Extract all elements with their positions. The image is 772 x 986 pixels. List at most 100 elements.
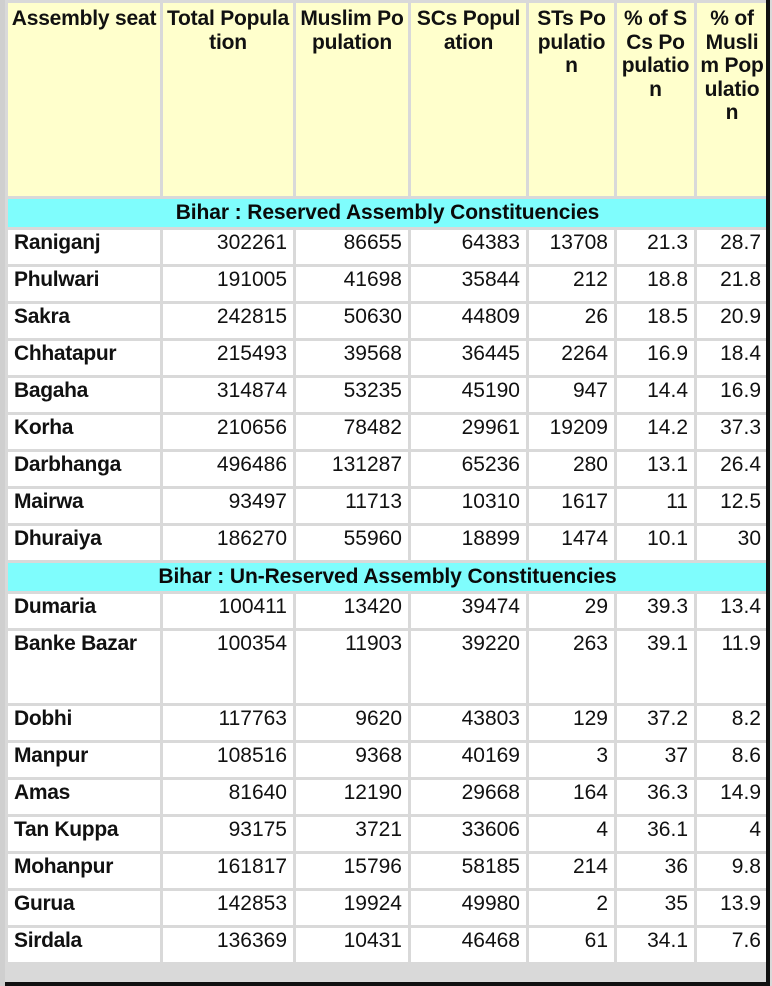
table-left-border	[0, 0, 5, 986]
column-header-total: Total Population	[163, 3, 293, 196]
cell-total: 100411	[163, 594, 293, 628]
table-top-border	[5, 0, 768, 2]
cell-scs: 29668	[411, 780, 526, 814]
cell-seat-name: Sakra	[8, 304, 160, 338]
cell-total: 210656	[163, 415, 293, 449]
cell-scs: 36445	[411, 341, 526, 375]
cell-muslim: 3721	[296, 817, 408, 851]
cell-total: 314874	[163, 378, 293, 412]
cell-seat-name: Banke Bazar	[8, 631, 160, 703]
table-row: Sakra 242815 50630 44809 26 18.5 20.9	[8, 304, 767, 338]
cell-total: 242815	[163, 304, 293, 338]
cell-sts: 214	[529, 854, 614, 888]
cell-pscs: 18.8	[617, 267, 694, 301]
cell-pmus: 21.8	[697, 267, 767, 301]
table-row: Manpur 108516 9368 40169 3 37 8.6	[8, 743, 767, 777]
cell-seat-name: Bagaha	[8, 378, 160, 412]
cell-muslim: 55960	[296, 526, 408, 560]
cell-scs: 58185	[411, 854, 526, 888]
cell-scs: 43803	[411, 706, 526, 740]
cell-muslim: 41698	[296, 267, 408, 301]
cell-scs: 46468	[411, 928, 526, 962]
cell-pscs: 36.1	[617, 817, 694, 851]
cell-seat-name: Manpur	[8, 743, 160, 777]
cell-scs: 33606	[411, 817, 526, 851]
cell-muslim: 13420	[296, 594, 408, 628]
table-row: Darbhanga 496486 131287 65236 280 13.1 26.4	[8, 452, 767, 486]
table-row: Raniganj 302261 86655 64383 13708 21.3 28.7	[8, 230, 767, 264]
table-row: Bagaha 314874 53235 45190 947 14.4 16.9	[8, 378, 767, 412]
cell-pmus: 7.6	[697, 928, 767, 962]
table-row: Phulwari 191005 41698 35844 212 18.8 21.8	[8, 267, 767, 301]
cell-total: 108516	[163, 743, 293, 777]
cell-pscs: 37.2	[617, 706, 694, 740]
column-header-seat: Assembly seat	[8, 3, 160, 196]
cell-sts: 212	[529, 267, 614, 301]
cell-pscs: 21.3	[617, 230, 694, 264]
column-header-sts: STs Population	[529, 3, 614, 196]
cell-total: 186270	[163, 526, 293, 560]
cell-pmus: 13.9	[697, 891, 767, 925]
cell-pmus: 16.9	[697, 378, 767, 412]
table-row: Gurua 142853 19924 49980 2 35 13.9	[8, 891, 767, 925]
cell-muslim: 53235	[296, 378, 408, 412]
cell-pmus: 9.8	[697, 854, 767, 888]
cell-pmus: 4	[697, 817, 767, 851]
cell-pscs: 16.9	[617, 341, 694, 375]
cell-seat-name: Amas	[8, 780, 160, 814]
cell-muslim: 9620	[296, 706, 408, 740]
cell-sts: 2264	[529, 341, 614, 375]
cell-sts: 26	[529, 304, 614, 338]
table-row: Chhatapur 215493 39568 36445 2264 16.9 18.4	[8, 341, 767, 375]
cell-scs: 39474	[411, 594, 526, 628]
cell-pscs: 11	[617, 489, 694, 523]
cell-pmus: 11.9	[697, 631, 767, 703]
column-header-scs: SCs Population	[411, 3, 526, 196]
cell-muslim: 11903	[296, 631, 408, 703]
cell-pscs: 36	[617, 854, 694, 888]
cell-muslim: 131287	[296, 452, 408, 486]
population-table-container: Assembly seat Total Population Muslim Po…	[0, 0, 772, 986]
cell-total: 142853	[163, 891, 293, 925]
cell-pmus: 28.7	[697, 230, 767, 264]
cell-pscs: 18.5	[617, 304, 694, 338]
cell-muslim: 78482	[296, 415, 408, 449]
cell-muslim: 9368	[296, 743, 408, 777]
cell-pmus: 13.4	[697, 594, 767, 628]
cell-seat-name: Sirdala	[8, 928, 160, 962]
assembly-seat-population-table: Assembly seat Total Population Muslim Po…	[5, 0, 770, 965]
cell-pmus: 8.2	[697, 706, 767, 740]
cell-scs: 10310	[411, 489, 526, 523]
table-right-border	[766, 0, 770, 986]
cell-sts: 2	[529, 891, 614, 925]
cell-sts: 947	[529, 378, 614, 412]
cell-muslim: 19924	[296, 891, 408, 925]
cell-muslim: 10431	[296, 928, 408, 962]
cell-sts: 263	[529, 631, 614, 703]
cell-seat-name: Dumaria	[8, 594, 160, 628]
cell-muslim: 86655	[296, 230, 408, 264]
cell-pscs: 13.1	[617, 452, 694, 486]
column-header-pct-muslim: % of Muslim Population	[697, 3, 767, 196]
cell-pscs: 35	[617, 891, 694, 925]
section-title: Bihar : Un-Reserved Assembly Constituenc…	[8, 563, 767, 591]
cell-muslim: 15796	[296, 854, 408, 888]
cell-total: 302261	[163, 230, 293, 264]
cell-sts: 29	[529, 594, 614, 628]
table-row: Dumaria 100411 13420 39474 29 39.3 13.4	[8, 594, 767, 628]
cell-pmus: 26.4	[697, 452, 767, 486]
table-row: Korha 210656 78482 29961 19209 14.2 37.3	[8, 415, 767, 449]
cell-sts: 4	[529, 817, 614, 851]
cell-seat-name: Raniganj	[8, 230, 160, 264]
cell-scs: 45190	[411, 378, 526, 412]
cell-pscs: 14.2	[617, 415, 694, 449]
cell-scs: 64383	[411, 230, 526, 264]
cell-total: 136369	[163, 928, 293, 962]
table-bottom-border	[5, 982, 768, 986]
cell-pmus: 37.3	[697, 415, 767, 449]
cell-total: 191005	[163, 267, 293, 301]
cell-seat-name: Dhuraiya	[8, 526, 160, 560]
cell-sts: 3	[529, 743, 614, 777]
cell-pscs: 37	[617, 743, 694, 777]
section-header-row: Bihar : Un-Reserved Assembly Constituenc…	[8, 563, 767, 591]
